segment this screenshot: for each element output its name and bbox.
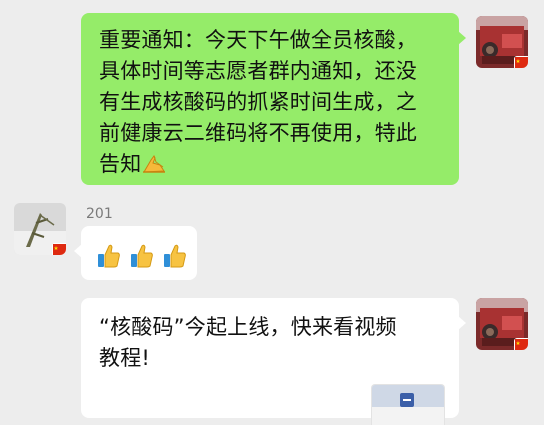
link-card-title-line: 教程! [99,346,151,370]
thumbs-up-icon [98,244,120,268]
message-text-line: 告知 [99,149,443,180]
self-avatar[interactable] [476,298,528,350]
message-bubble-other[interactable] [74,226,197,280]
flag-badge [52,243,66,255]
link-card-title-line: “核酸码”今起上线，快来看视频 [99,315,397,339]
bubble-tail [458,31,466,45]
flag-badge [514,56,528,68]
thumbs-up-icon [163,244,186,268]
bubble-tail [74,244,82,258]
bubble-tail [458,316,466,330]
thumbs-up-icon [130,244,153,268]
china-flag-icon [515,57,528,68]
sender-name: 201 [86,206,113,222]
message-bubble-self[interactable]: 重要通知：今天下午做全员核酸， 具体时间等志愿者群内通知，还没 有生成核酸码的抓… [81,13,466,185]
message-text-line: 有生成核酸码的抓紧时间生成，之 [99,90,417,114]
sender-avatar[interactable] [14,203,66,255]
message-text-line: 前健康云二维码将不再使用，特此 [99,121,417,145]
message-text-line: 具体时间等志愿者群内通知，还没 [99,59,417,83]
china-flag-icon [53,244,66,255]
praying-hands-icon [143,155,166,173]
self-avatar[interactable] [476,16,528,68]
flag-badge [514,338,528,350]
link-card-thumbnail [371,384,445,425]
chat-view: 重要通知：今天下午做全员核酸， 具体时间等志愿者群内通知，还没 有生成核酸码的抓… [0,0,544,425]
message-text-fragment: 告知 [99,152,142,176]
message-text-line: 重要通知：今天下午做全员核酸， [99,28,417,52]
china-flag-icon [515,339,528,350]
link-card-bubble[interactable]: “核酸码”今起上线，快来看视频 教程! [81,298,466,425]
thumbnail-logo-icon [400,393,414,407]
